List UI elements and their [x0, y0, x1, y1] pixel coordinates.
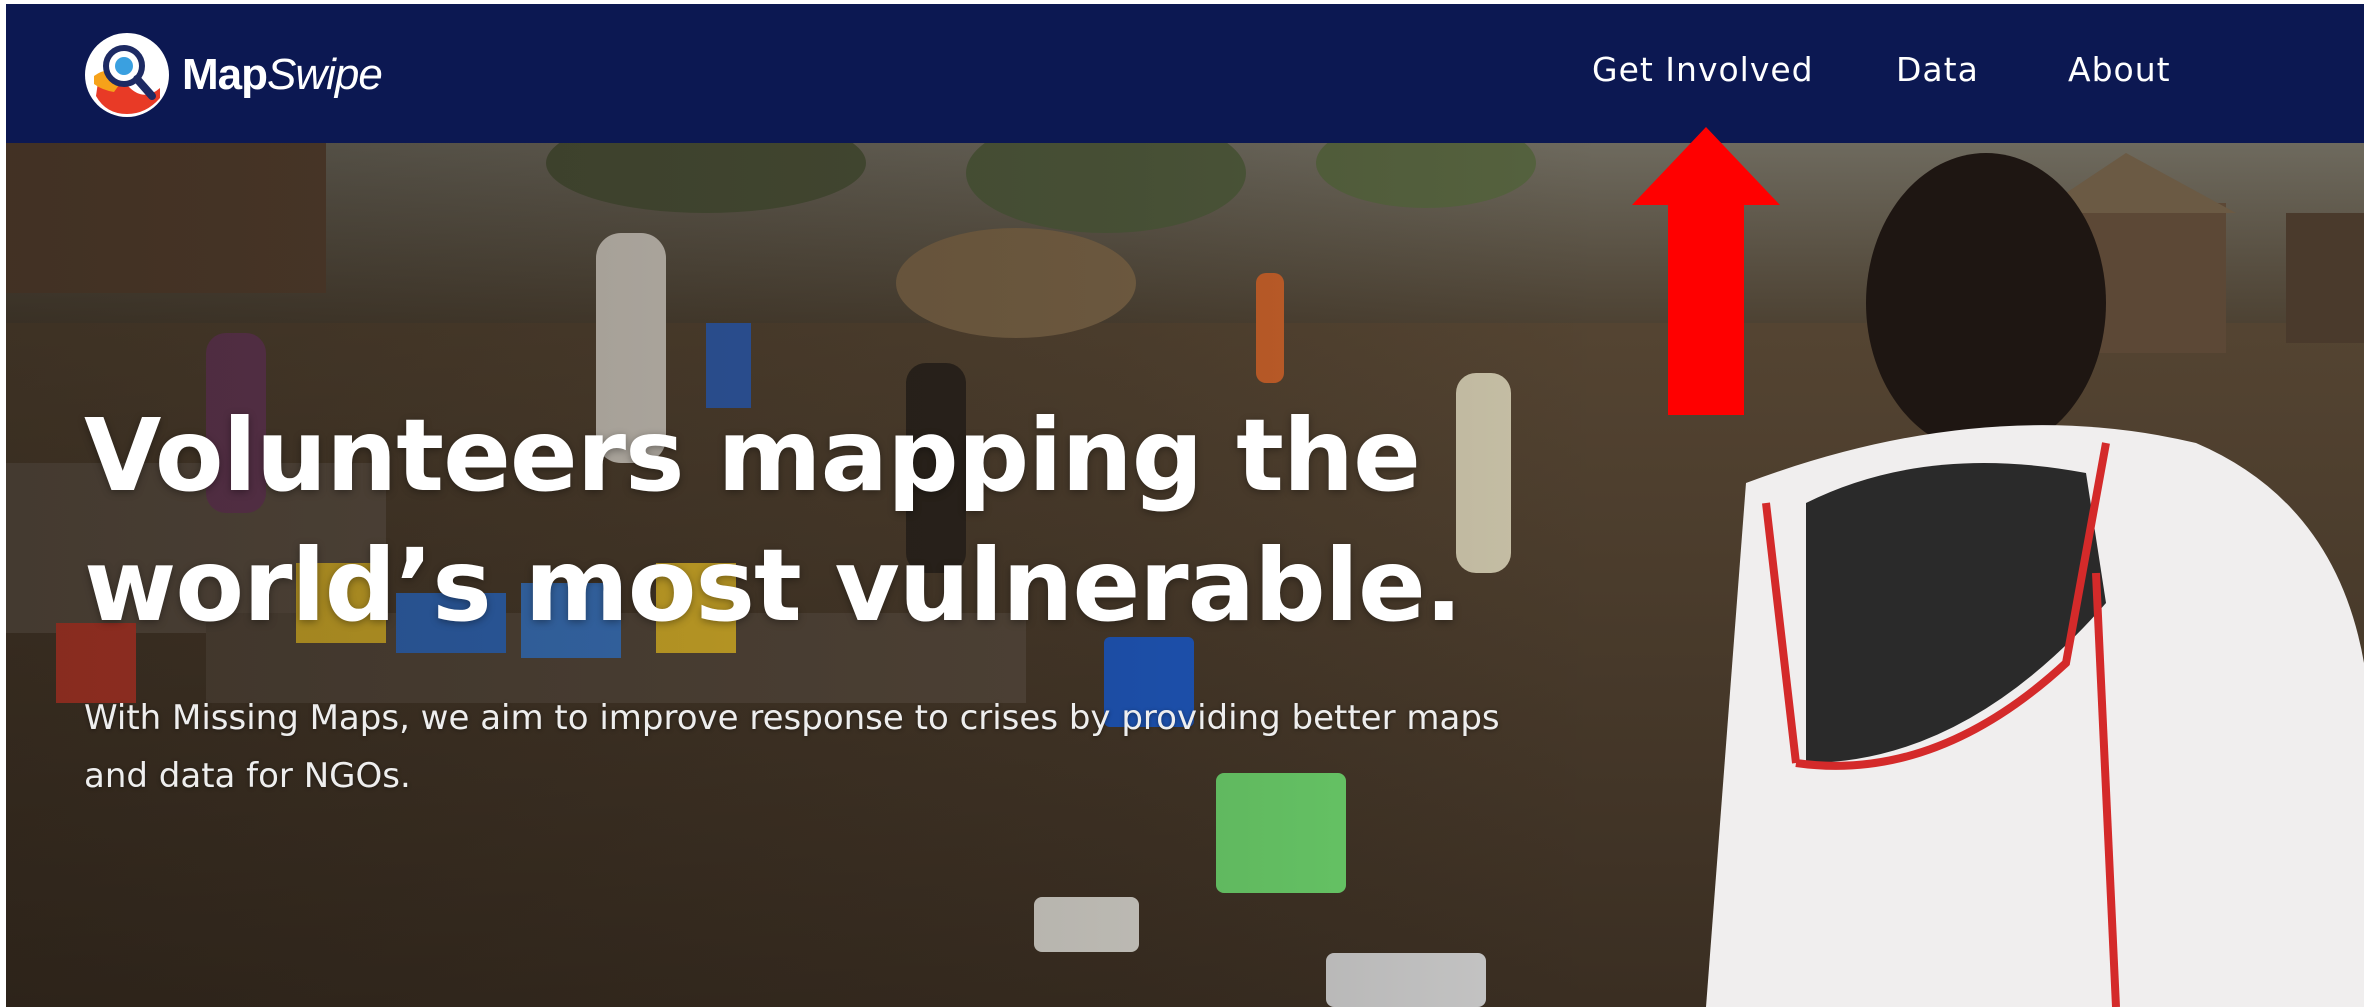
top-navbar: MapSwipe Get Involved Data About: [6, 4, 2364, 143]
hero-headline-line2: world’s most vulnerable.: [84, 527, 1463, 644]
nav-get-involved-link[interactable]: Get Involved: [1592, 50, 1814, 90]
nav-menu: Get Involved Data About: [6, 4, 2364, 143]
hero-section: Volunteers mapping the world’s most vuln…: [6, 143, 2364, 1007]
hero-headline-line1: Volunteers mapping the: [84, 397, 1421, 514]
hero-description: With Missing Maps, we aim to improve res…: [84, 689, 1584, 805]
hero-description-line1: With Missing Maps, we aim to improve res…: [84, 698, 1500, 738]
nav-data-link[interactable]: Data: [1896, 50, 1979, 90]
red-arrow-up-icon: [1632, 127, 1780, 415]
browser-viewport: MapSwipe Get Involved Data About Volunte…: [6, 4, 2364, 1007]
hero-description-line2: and data for NGOs.: [84, 756, 411, 796]
hero-headline: Volunteers mapping the world’s most vuln…: [84, 391, 1584, 651]
nav-about-link[interactable]: About: [2068, 50, 2171, 90]
